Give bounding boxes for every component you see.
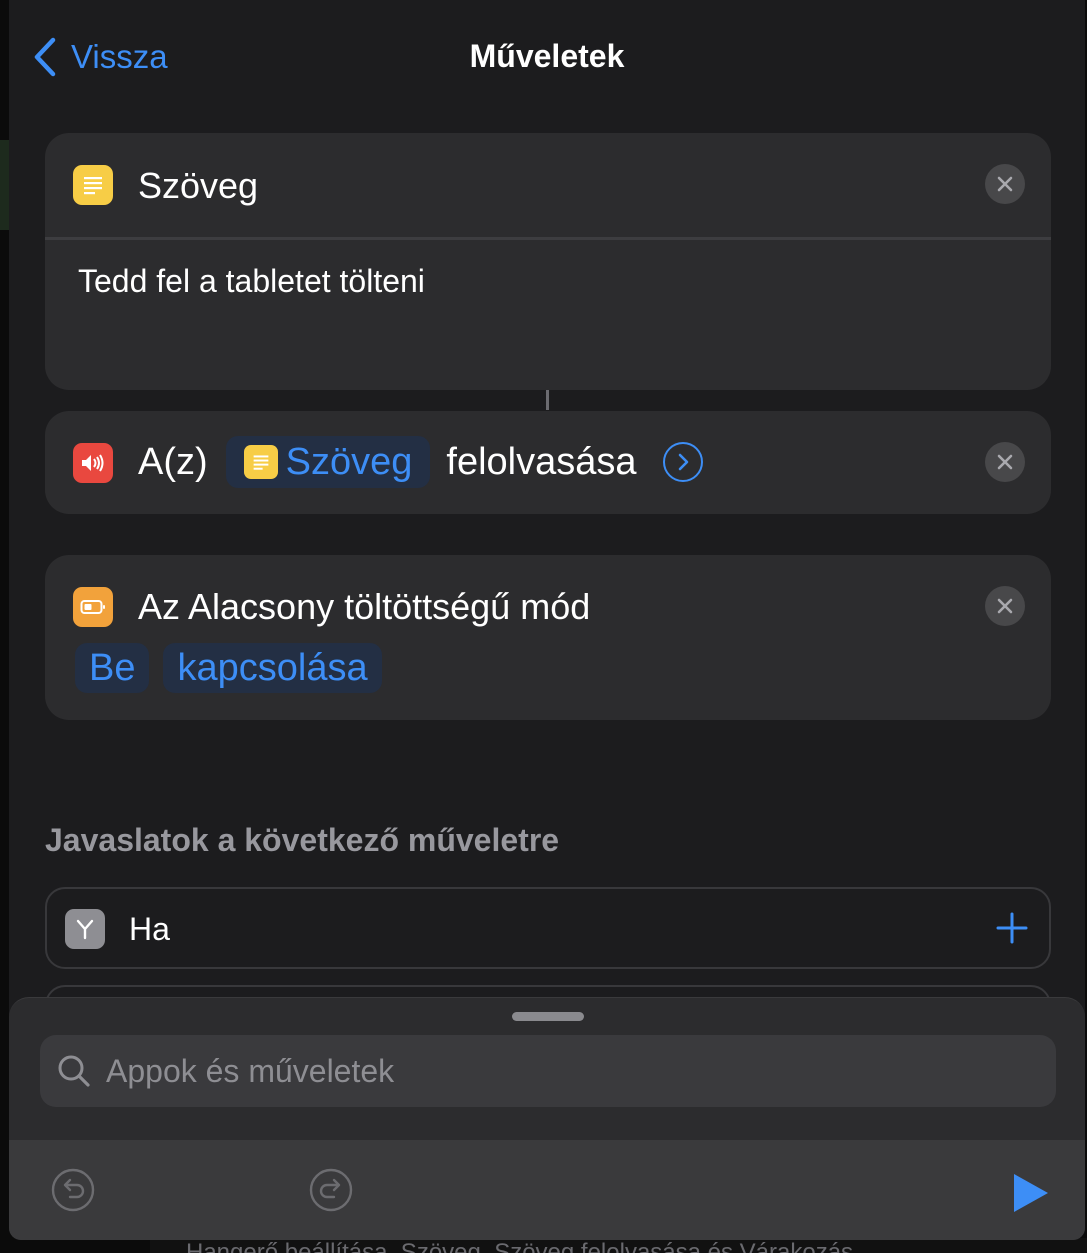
sheet-grabber[interactable] <box>512 1012 584 1021</box>
close-icon <box>997 598 1013 614</box>
text-variable-token[interactable]: Szöveg <box>225 436 431 488</box>
remove-action-button[interactable] <box>985 586 1025 626</box>
speak-prefix: A(z) <box>138 440 208 483</box>
bottom-toolbar <box>9 1140 1085 1240</box>
action-connector <box>546 390 549 410</box>
suggestions-header: Javaslatok a következő műveletre <box>45 822 560 858</box>
operation-token[interactable]: kapcsolása <box>163 643 382 693</box>
remove-action-button[interactable] <box>985 164 1025 204</box>
speak-sentence: A(z) Szöveg felolvasása <box>138 435 703 489</box>
remove-action-button[interactable] <box>985 442 1025 482</box>
battery-icon <box>73 587 113 627</box>
token-label: Szöveg <box>285 440 413 483</box>
branch-icon <box>65 909 105 949</box>
search-field[interactable] <box>40 1035 1056 1107</box>
page-title: Műveletek <box>469 38 625 74</box>
close-icon <box>997 454 1013 470</box>
state-token[interactable]: Be <box>75 643 150 693</box>
action-card-speak[interactable]: A(z) Szöveg felolvasása <box>45 411 1051 514</box>
plus-icon[interactable] <box>995 911 1029 945</box>
search-input[interactable] <box>106 1052 1056 1090</box>
text-body-field[interactable]: Tedd fel a tabletet tölteni <box>78 263 425 300</box>
search-icon <box>58 1055 90 1087</box>
action-card-text[interactable]: Szöveg Tedd fel a tabletet tölteni <box>45 133 1051 390</box>
play-icon[interactable] <box>1008 1170 1054 1216</box>
speaker-icon <box>73 443 113 483</box>
redo-icon[interactable] <box>308 1167 354 1213</box>
speak-suffix: felolvasása <box>446 440 637 483</box>
divider <box>45 237 1051 240</box>
action-card-low-power-mode[interactable]: Az Alacsony töltöttségű mód Be kapcsolás… <box>45 555 1051 720</box>
low-power-params: Be kapcsolása <box>75 643 382 693</box>
text-document-icon <box>243 445 278 479</box>
text-document-icon <box>73 165 113 205</box>
suggestion-label: Ha <box>129 911 170 947</box>
action-title: Szöveg <box>138 165 259 206</box>
background-shortcut-description: Hangerő beállítása, Szöveg, Szöveg felol… <box>150 1238 1087 1253</box>
expand-options-button[interactable] <box>662 442 703 482</box>
close-icon <box>997 176 1013 192</box>
suggestion-item-if[interactable]: Ha <box>45 887 1051 969</box>
undo-icon[interactable] <box>50 1167 96 1213</box>
search-panel <box>9 997 1085 1240</box>
actions-sheet: Vissza Műveletek Szöveg Tedd fel a table… <box>9 0 1085 1240</box>
chevron-right-icon <box>678 453 688 471</box>
action-title: Az Alacsony töltöttségű mód <box>138 586 591 627</box>
nav-bar: Vissza Műveletek <box>9 0 1085 112</box>
